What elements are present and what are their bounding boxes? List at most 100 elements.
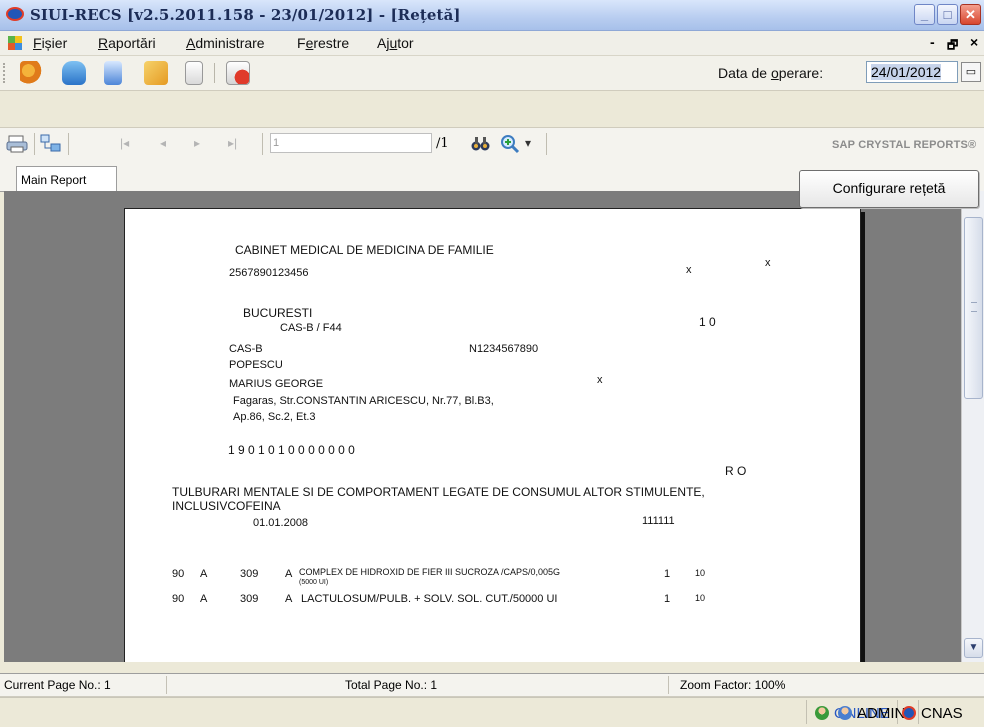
mdi-restore-button[interactable]: 🗗: [947, 36, 958, 57]
toolbar-separator: [546, 133, 547, 155]
report-cod-diagnostic: 111111: [642, 515, 675, 527]
scroll-thumb[interactable]: [964, 217, 983, 399]
report-page: CABINET MEDICAL DE MEDICINA DE FAMILIE 2…: [124, 208, 861, 662]
page-total-label: /1: [436, 136, 449, 151]
total-page-status: Total Page No.: 1: [345, 678, 438, 692]
item-qty: 1: [664, 568, 671, 580]
item-days: 10: [695, 568, 706, 578]
main-toolbar: Data de operare: 24/01/2012 ▭: [0, 56, 984, 91]
item-col3: 309: [240, 568, 259, 580]
report-cas-contract: CAS-B / F44: [280, 322, 342, 334]
previous-page-button[interactable]: ◂: [160, 136, 166, 150]
item-col2: A: [200, 593, 208, 605]
scroll-down-button[interactable]: ▼: [964, 638, 983, 658]
configurare-reteta-button[interactable]: Configurare rețetă: [799, 170, 979, 208]
report-adresa2: Ap.86, Sc.2, Et.3: [233, 411, 316, 423]
tab-main-report[interactable]: Main Report: [16, 166, 117, 192]
menu-bar: Fișier Raportări Administrare Ferestre A…: [0, 31, 984, 56]
report-status-bar: Current Page No.: 1 Total Page No.: 1 Zo…: [0, 673, 984, 697]
prescription-icon[interactable]: [104, 61, 122, 85]
notes-icon[interactable]: [144, 61, 168, 85]
zoom-dropdown-button[interactable]: ▾: [525, 136, 531, 150]
menu-raportari[interactable]: Raportări: [98, 35, 156, 51]
first-page-button[interactable]: |◂: [120, 136, 129, 150]
menu-fisier[interactable]: Fișier: [33, 35, 67, 51]
item-col1: 90: [172, 593, 185, 605]
report-adresa1: Fagaras, Str.CONSTANTIN ARICESCU, Nr.77,…: [233, 395, 494, 407]
menu-ferestre[interactable]: Ferestre: [297, 35, 349, 51]
next-page-button[interactable]: ▸: [194, 136, 200, 150]
sap-crystal-reports-logo: SAP CRYSTAL REPORTS®: [832, 139, 977, 151]
menu-administrare[interactable]: Administrare: [186, 35, 265, 51]
toolbar-separator: [214, 63, 215, 83]
data-operare-label: Data de operare:: [718, 65, 824, 81]
document-icon[interactable]: [185, 61, 203, 85]
app-logo-icon: [6, 7, 24, 21]
cnas-logo-icon: [902, 706, 916, 720]
item-col2: A: [200, 568, 208, 580]
item-col3: 309: [240, 593, 259, 605]
vertical-scrollbar[interactable]: ▼: [961, 191, 984, 662]
delete-document-icon[interactable]: [226, 61, 250, 85]
data-operare-value: 24/01/2012: [871, 64, 942, 80]
status-separator: [806, 700, 807, 724]
report-nr: 1 0: [699, 315, 716, 329]
app-status-bar: ONLINE ADMIN CNAS: [0, 697, 984, 727]
last-page-button[interactable]: ▸|: [228, 136, 237, 150]
item-name: LACTULOSUM/PULB. + SOLV. SOL. CUT./50000…: [301, 593, 558, 605]
report-medic-cod: N1234567890: [469, 343, 539, 355]
report-x2: x: [765, 257, 771, 269]
report-x3: x: [597, 374, 603, 386]
report-oras: BUCURESTI: [243, 306, 313, 320]
item-days: 10: [695, 593, 706, 603]
item-name: COMPLEX DE HIDROXID DE FIER III SUCROZA …: [299, 567, 561, 577]
window-title: SIUI-RECS [v2.5.2011.158 - 23/01/2012] -…: [30, 6, 461, 24]
data-operare-field[interactable]: 24/01/2012: [866, 61, 958, 83]
online-user-icon: [815, 706, 829, 720]
mdi-close-button[interactable]: ×: [970, 34, 978, 50]
report-nume: POPESCU: [229, 359, 283, 371]
toolbar-grip: [3, 63, 8, 83]
scroll-grip: [971, 302, 977, 312]
server-label: CNAS: [921, 705, 963, 722]
report-ro: R O: [725, 464, 747, 478]
report-cnp: 1 9 0 1 0 1 0 0 0 0 0 0 0: [228, 443, 355, 457]
report-diagnostic1: TULBURARI MENTALE SI DE COMPORTAMENT LEG…: [172, 485, 705, 499]
report-cas: CAS-B: [229, 343, 263, 355]
toolbar-separator: [68, 133, 69, 155]
report-cabinet: CABINET MEDICAL DE MEDICINA DE FAMILIE: [235, 243, 494, 257]
mdi-minimize-button[interactable]: -: [930, 34, 935, 50]
maximize-button[interactable]: □: [937, 4, 958, 25]
mdi-window-icon[interactable]: [8, 36, 22, 50]
calendar-button[interactable]: ▭: [961, 62, 981, 82]
binoculars-icon[interactable]: [470, 134, 492, 154]
zoom-icon[interactable]: [500, 134, 522, 154]
admin-user-icon: [838, 706, 852, 720]
item-col1: 90: [172, 568, 185, 580]
admin-label: ADMIN: [857, 705, 906, 722]
report-cod: 2567890123456: [229, 267, 309, 279]
item-col4: A: [285, 568, 293, 580]
item-sub: (5000 UI): [299, 579, 329, 586]
server-status: CNAS: [902, 705, 963, 722]
menu-ajutor[interactable]: Ajutor: [377, 35, 414, 51]
status-separator: [166, 676, 167, 694]
report-diagnostic2: INCLUSIVCOFEINA: [172, 499, 281, 513]
page-number-input[interactable]: 1: [270, 133, 432, 153]
zoom-status: Zoom Factor: 100%: [680, 678, 786, 692]
group-tree-icon[interactable]: [40, 134, 62, 154]
item-col4: A: [285, 593, 293, 605]
report-viewer: CABINET MEDICAL DE MEDICINA DE FAMILIE 2…: [4, 191, 961, 662]
status-separator: [668, 676, 669, 694]
close-button[interactable]: ✕: [960, 4, 981, 25]
users-icon[interactable]: [20, 61, 44, 85]
toolbar-separator: [34, 133, 35, 155]
database-icon[interactable]: [62, 61, 86, 85]
report-prenume: MARIUS GEORGE: [229, 378, 324, 390]
item-qty: 1: [664, 593, 671, 605]
printer-icon[interactable]: [6, 134, 28, 154]
report-x1: x: [686, 264, 692, 276]
toolbar-separator: [262, 133, 263, 155]
report-toolbar: |◂ ◂ ▸ ▸| 1 /1 ▾ SAP CRYSTAL REPORTS®: [0, 127, 984, 162]
minimize-button[interactable]: _: [914, 4, 935, 25]
